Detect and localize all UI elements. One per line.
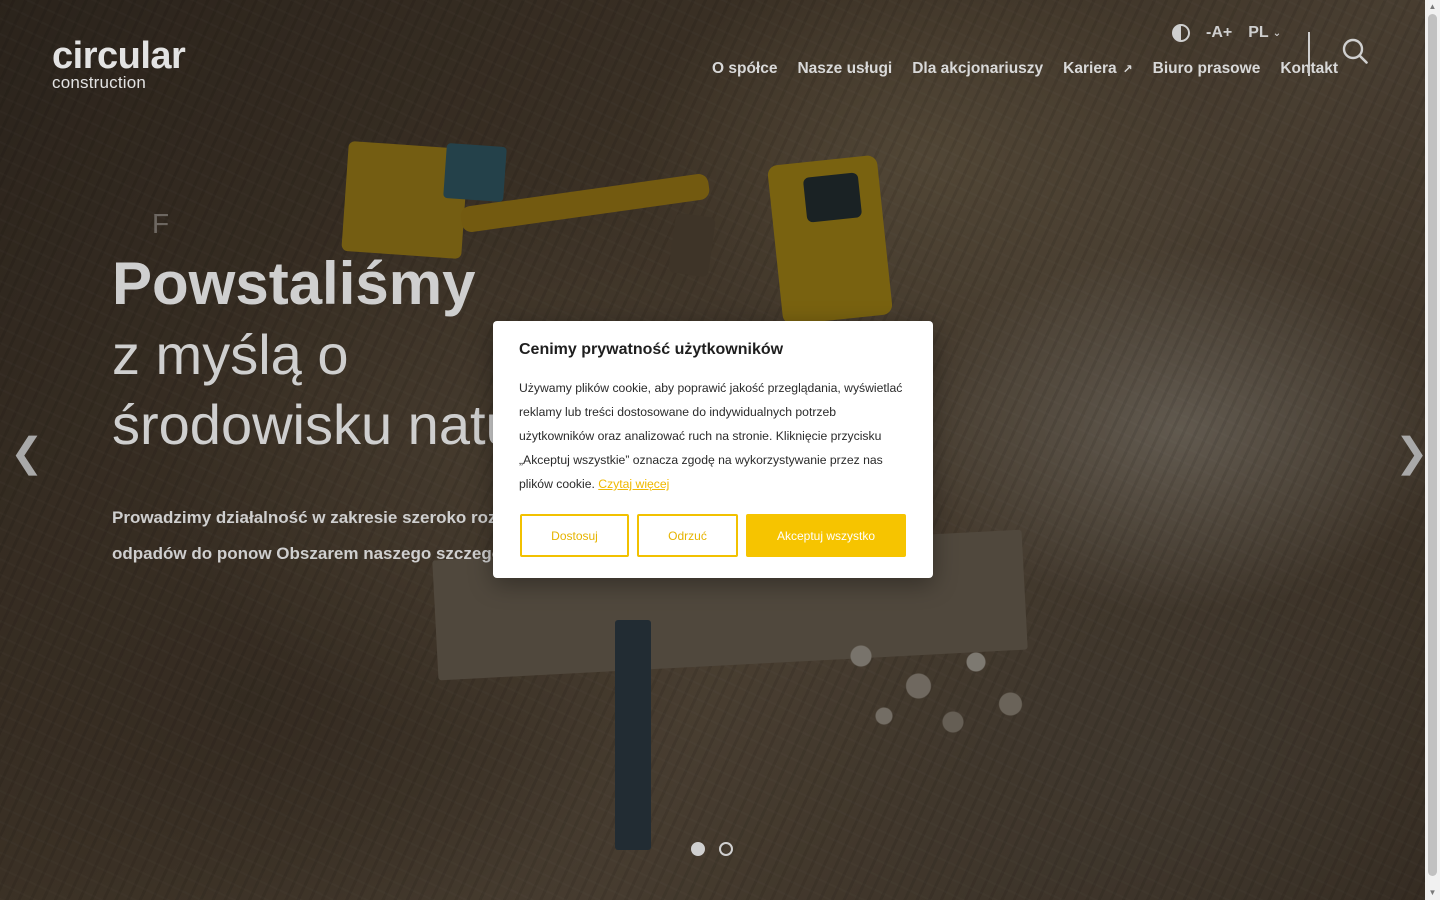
hero-eyebrow: F	[152, 208, 174, 239]
hero-headline: Powstaliśmy z myślą o środowisku natu	[112, 248, 517, 460]
nav-divider	[1308, 32, 1310, 76]
cookie-read-more-link[interactable]: Czytaj więcej	[598, 477, 669, 491]
nav-item-dla-akcjonariuszy[interactable]: Dla akcjonariuszy	[912, 60, 1043, 78]
slider-prev-arrow-icon[interactable]: ❮	[10, 430, 44, 476]
page-scrollbar[interactable]: ▲ ▼	[1425, 0, 1440, 900]
nav-item-kariera-label: Kariera	[1063, 60, 1117, 77]
cookie-dialog-title: Cenimy prywatność użytkowników	[519, 341, 784, 358]
site-logo[interactable]: circular construction	[52, 35, 186, 92]
main-navigation: O spółce Nasze usługi Dla akcjonariuszy …	[712, 60, 1338, 78]
language-label: PL	[1248, 24, 1269, 41]
nav-item-o-spolce[interactable]: O spółce	[712, 60, 777, 78]
slider-dot-2[interactable]	[719, 842, 733, 856]
cookie-consent-dialog: Cenimy prywatność użytkowników Używamy p…	[493, 321, 933, 578]
cookie-dialog-body: Używamy plików cookie, aby poprawić jako…	[519, 381, 903, 491]
chevron-down-icon: ⌄	[1272, 27, 1282, 39]
nav-item-biuro-prasowe[interactable]: Biuro prasowe	[1153, 60, 1261, 78]
accept-all-button[interactable]: Akceptuj wszystko	[746, 514, 906, 557]
customize-button[interactable]: Dostosuj	[520, 514, 629, 557]
slider-dot-1[interactable]	[691, 842, 705, 856]
contrast-toggle-icon[interactable]	[1172, 24, 1190, 42]
logo-wordmark: circular	[52, 35, 186, 77]
language-selector[interactable]: PL ⌄	[1248, 24, 1281, 42]
search-icon[interactable]	[1342, 38, 1368, 64]
utility-bar: -A+ PL ⌄	[1172, 24, 1281, 42]
scroll-up-arrow-icon[interactable]: ▲	[1425, 0, 1440, 14]
scrollbar-thumb[interactable]	[1428, 14, 1437, 876]
slider-next-arrow-icon[interactable]: ❯	[1395, 430, 1429, 476]
reject-button[interactable]: Odrzuć	[637, 514, 738, 557]
headline-line-2: z myślą o	[112, 323, 349, 386]
cookie-dialog-text: Używamy plików cookie, aby poprawić jako…	[519, 376, 909, 496]
scroll-down-arrow-icon[interactable]: ▼	[1425, 886, 1440, 900]
nav-item-nasze-uslugi[interactable]: Nasze usługi	[797, 60, 892, 78]
font-size-control[interactable]: -A+	[1206, 24, 1232, 42]
nav-item-kariera[interactable]: Kariera ↗	[1063, 60, 1133, 78]
external-link-icon: ↗	[1122, 62, 1133, 76]
slider-pagination	[691, 842, 733, 856]
headline-line-3: środowisku natu	[112, 393, 517, 456]
headline-line-1: Powstaliśmy	[112, 250, 476, 317]
